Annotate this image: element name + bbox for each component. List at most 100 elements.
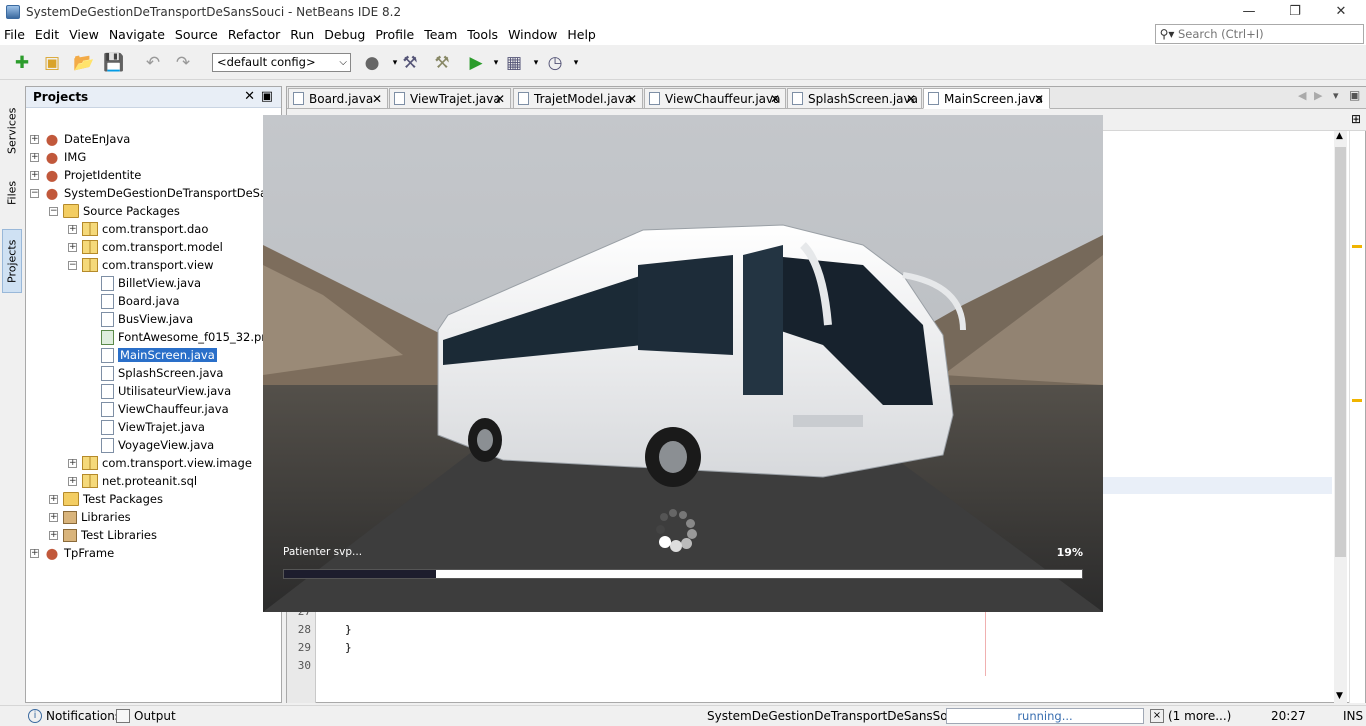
new-file-icon[interactable]: ✚ [10, 51, 34, 75]
expand-icon[interactable]: + [30, 134, 39, 144]
notifications-button[interactable]: i Notifications [28, 709, 121, 723]
scroll-right-icon[interactable]: ▶ [1314, 89, 1322, 102]
close-icon[interactable]: ✕ [1034, 92, 1044, 106]
config-select[interactable]: <default config> ⌵ [212, 53, 351, 72]
tree-node[interactable]: FontAwesome_f015_32.png [101, 328, 276, 346]
menu-debug[interactable]: Debug [319, 27, 370, 42]
collapse-icon[interactable]: − [49, 206, 58, 216]
expand-icon[interactable]: + [49, 494, 58, 504]
tree-node[interactable]: Board.java [101, 292, 180, 310]
tree-node[interactable]: + DateEnJava [30, 130, 130, 148]
close-button[interactable]: ✕ [1318, 0, 1364, 23]
search-icon[interactable]: ⚲▾ [1156, 27, 1178, 41]
close-icon[interactable]: ✕ [906, 92, 916, 106]
running-progress[interactable]: running... [946, 708, 1144, 724]
tree-node[interactable]: + com.transport.view.image [68, 454, 252, 472]
new-project-icon[interactable]: ▣ [40, 51, 64, 75]
tree-node[interactable]: SplashScreen.java [101, 364, 223, 382]
build-hammer-icon[interactable]: ⚒ [398, 51, 422, 75]
tree-node[interactable]: − Source Packages [49, 202, 180, 220]
scroll-left-icon[interactable]: ◀ [1298, 89, 1306, 102]
tree-node[interactable]: ViewTrajet.java [101, 418, 205, 436]
tab-mainscreen[interactable]: MainScreen.java ✕ [923, 88, 1050, 109]
menu-refactor[interactable]: Refactor [223, 27, 285, 42]
menu-help[interactable]: Help [562, 27, 601, 42]
menu-edit[interactable]: Edit [30, 27, 64, 42]
search-input[interactable] [1178, 27, 1358, 41]
expand-icon[interactable]: + [49, 530, 58, 540]
tree-node[interactable]: UtilisateurView.java [101, 382, 231, 400]
expand-icon[interactable]: + [68, 224, 77, 234]
split-icon[interactable]: ⊞ [1351, 112, 1361, 126]
save-all-icon[interactable]: 💾 [102, 51, 126, 75]
output-button[interactable]: Output [116, 709, 176, 723]
tab-trajetmodel[interactable]: TrajetModel.java ✕ [513, 88, 643, 109]
expand-icon[interactable]: + [49, 512, 58, 522]
clean-build-icon[interactable]: ⚒ [430, 51, 454, 75]
tab-files[interactable]: Files [2, 176, 22, 210]
scroll-up-icon[interactable]: ▲ [1336, 131, 1343, 141]
menu-view[interactable]: View [64, 27, 104, 42]
collapse-icon[interactable]: − [30, 188, 39, 198]
expand-icon[interactable]: + [68, 458, 77, 468]
expand-icon[interactable]: + [30, 170, 39, 180]
close-icon[interactable]: ✕ [244, 89, 255, 104]
tab-services[interactable]: Services [2, 106, 22, 156]
chevron-down-icon[interactable]: ▾ [564, 51, 588, 75]
debug-icon[interactable]: ▦ [502, 51, 526, 75]
warning-mark[interactable] [1352, 245, 1362, 248]
scrollbar-thumb[interactable] [1335, 147, 1346, 557]
tab-splashscreen[interactable]: SplashScreen.java ✕ [787, 88, 922, 109]
warning-mark[interactable] [1352, 399, 1362, 402]
expand-icon[interactable]: + [30, 548, 39, 558]
menu-source[interactable]: Source [170, 27, 223, 42]
maximize-icon[interactable]: ▣ [1349, 88, 1360, 102]
tree-node[interactable]: BilletView.java [101, 274, 201, 292]
close-icon[interactable]: ✕ [372, 92, 382, 106]
cancel-task-icon[interactable]: × [1150, 709, 1164, 723]
minimize-button[interactable]: — [1226, 0, 1272, 23]
tree-node[interactable]: − com.transport.view [68, 256, 214, 274]
tree-node[interactable]: ViewChauffeur.java [101, 400, 229, 418]
tree-node[interactable]: + TpFrame [30, 544, 114, 562]
tab-viewchauffeur[interactable]: ViewChauffeur.java ✕ [644, 88, 786, 109]
menu-file[interactable]: File [0, 27, 30, 42]
collapse-icon[interactable]: − [68, 260, 77, 270]
tree-node[interactable]: + com.transport.dao [68, 220, 208, 238]
tree-node[interactable]: + Test Libraries [49, 526, 157, 544]
tree-node[interactable]: + ProjetIdentite [30, 166, 141, 184]
menu-navigate[interactable]: Navigate [104, 27, 170, 42]
more-tasks[interactable]: × (1 more...) [1150, 709, 1231, 723]
tab-board[interactable]: Board.java ✕ [288, 88, 388, 109]
tree-node[interactable]: + Test Packages [49, 490, 163, 508]
redo-icon[interactable]: ↷ [171, 51, 195, 75]
menu-profile[interactable]: Profile [370, 27, 419, 42]
tab-viewtrajet[interactable]: ViewTrajet.java ✕ [389, 88, 511, 109]
vertical-scrollbar[interactable]: ▲ ▼ [1334, 131, 1347, 703]
expand-icon[interactable]: + [30, 152, 39, 162]
scroll-down-icon[interactable]: ▼ [1336, 691, 1343, 701]
search-box[interactable]: ⚲▾ [1155, 24, 1364, 44]
tree-node[interactable]: + Libraries [49, 508, 131, 526]
restore-button[interactable]: ❐ [1272, 0, 1318, 23]
tree-node[interactable]: + com.transport.model [68, 238, 223, 256]
expand-icon[interactable]: + [68, 476, 77, 486]
tree-node[interactable]: MainScreen.java [101, 346, 217, 364]
undo-icon[interactable]: ↶ [141, 51, 165, 75]
menu-team[interactable]: Team [419, 27, 462, 42]
chevron-down-icon[interactable]: ▾ [1333, 89, 1339, 102]
tree-node[interactable]: + net.proteanit.sql [68, 472, 197, 490]
globe-icon[interactable]: ● [360, 51, 384, 75]
insert-mode[interactable]: INS [1343, 709, 1363, 723]
close-icon[interactable]: ✕ [770, 92, 780, 106]
tree-node[interactable]: VoyageView.java [101, 436, 214, 454]
open-project-icon[interactable]: 📂 [72, 51, 96, 75]
maximize-icon[interactable]: ▣ [261, 89, 273, 104]
tab-projects[interactable]: Projects [2, 229, 22, 293]
close-icon[interactable]: ✕ [495, 92, 505, 106]
tree-node[interactable]: BusView.java [101, 310, 193, 328]
menu-window[interactable]: Window [503, 27, 562, 42]
close-icon[interactable]: ✕ [627, 92, 637, 106]
menu-tools[interactable]: Tools [462, 27, 503, 42]
menu-run[interactable]: Run [285, 27, 319, 42]
